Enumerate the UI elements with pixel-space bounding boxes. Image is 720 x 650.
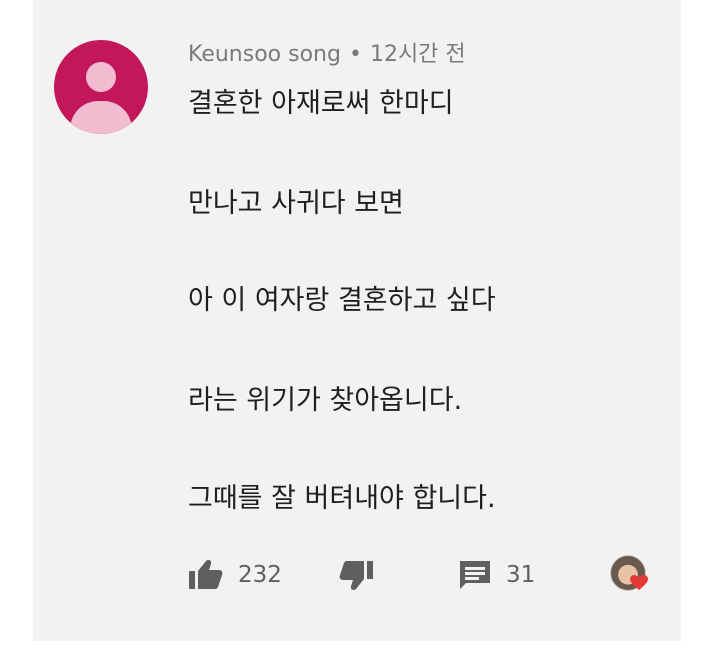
author-name[interactable]: Keunsoo song [188,42,341,67]
comment-line: 만나고 사귀다 보면 [188,188,404,219]
dislike-button[interactable] [338,558,374,592]
like-button[interactable]: 232 [188,558,282,592]
thumbs-up-icon [188,559,224,591]
comment-line: 라는 위기가 찾아옵니다. [188,385,463,416]
meta-separator: • [348,42,362,67]
avatar-head [86,62,116,92]
comment-meta: Keunsoo song • 12시간 전 [188,40,466,70]
commenter-avatar[interactable] [54,40,148,134]
comment-time: 12시간 전 [369,42,466,67]
avatar-body [70,101,132,134]
heart-icon [630,575,648,595]
thumbs-down-icon [338,559,374,591]
creator-heart-badge [610,555,648,593]
comment-line: 아 이 여자랑 결혼하고 싶다 [188,285,496,316]
like-count: 232 [238,562,282,588]
comment-line: 그때를 잘 버텨내야 합니다. [188,483,496,514]
reply-count: 31 [506,562,536,588]
comment-line: 결혼한 아재로써 한마디 [188,88,454,119]
comment-icon [458,559,492,591]
reply-button[interactable]: 31 [458,558,535,592]
